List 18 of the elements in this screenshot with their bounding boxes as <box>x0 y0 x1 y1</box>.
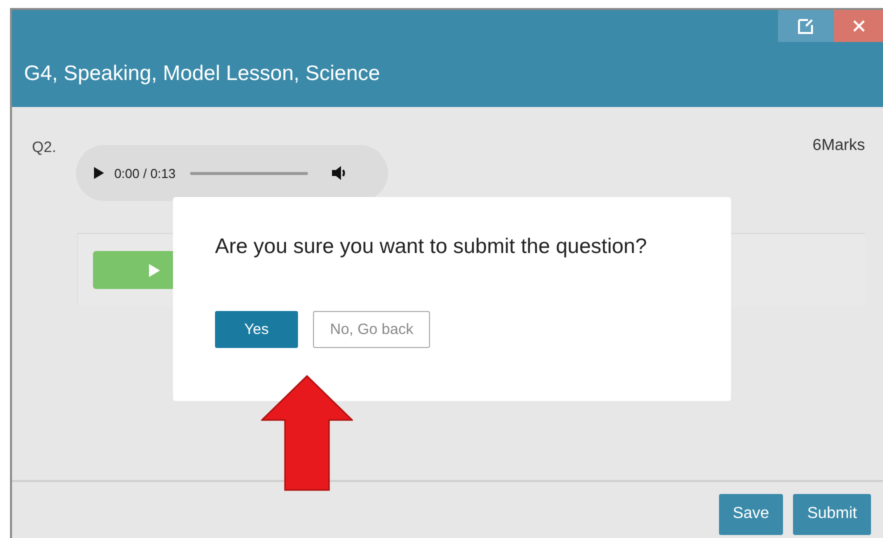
close-icon <box>852 20 864 32</box>
volume-icon[interactable] <box>332 166 348 180</box>
yes-button[interactable]: Yes <box>215 311 298 348</box>
dialog-message: Are you sure you want to submit the question? <box>215 235 648 259</box>
audio-player[interactable]: 0:00 / 0:13 <box>76 145 388 201</box>
edit-icon <box>797 17 815 35</box>
question-number: Q2. <box>32 139 56 156</box>
edit-button[interactable] <box>778 10 834 42</box>
close-button[interactable] <box>834 10 883 42</box>
question-marks: 6Marks <box>812 137 865 155</box>
footer-button[interactable]: Save <box>718 494 784 534</box>
audio-progress-track[interactable] <box>190 172 308 174</box>
footer-button[interactable]: Submit <box>793 494 871 534</box>
go-back-button[interactable]: No, Go back <box>313 311 430 348</box>
play-icon <box>149 264 160 276</box>
window-title: G4, Speaking, Model Lesson, Science <box>23 61 382 86</box>
play-icon[interactable] <box>94 167 104 179</box>
audio-time: 0:00 / 0:13 <box>114 166 176 180</box>
